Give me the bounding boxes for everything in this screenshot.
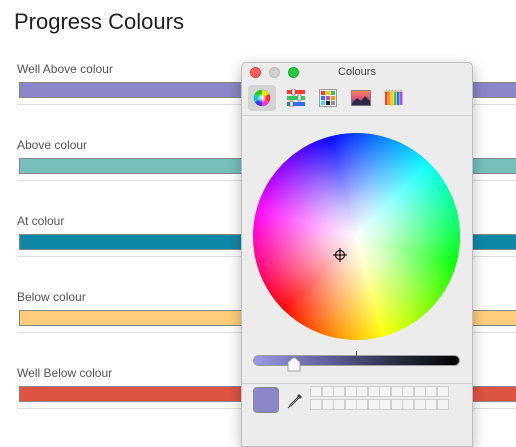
saved-swatch-slot[interactable] xyxy=(310,386,322,397)
saved-swatch-slot[interactable] xyxy=(321,399,334,410)
colour-wheel-icon xyxy=(253,89,271,107)
colours-panel: Colours xyxy=(241,62,473,447)
field-label-above: Above colour xyxy=(17,138,88,152)
image-palettes-tab[interactable] xyxy=(346,85,374,111)
image-palettes-icon xyxy=(351,90,371,106)
saved-swatch-slot[interactable] xyxy=(344,386,357,397)
colour-palettes-tab[interactable] xyxy=(314,85,342,111)
field-label-at: At colour xyxy=(17,214,65,228)
colour-wheel-tab[interactable] xyxy=(248,85,276,111)
pencils-icon xyxy=(384,89,403,105)
titlebar[interactable]: Colours xyxy=(242,63,472,83)
field-label-well-below: Well Below colour xyxy=(17,366,113,380)
field-label-well-above: Well Above colour xyxy=(17,62,113,76)
saved-swatch-slot[interactable] xyxy=(436,399,449,410)
crosshair-icon[interactable] xyxy=(333,248,347,262)
current-colour-swatch[interactable] xyxy=(253,387,279,413)
saved-swatch-slot[interactable] xyxy=(425,399,437,410)
pencils-tab[interactable] xyxy=(379,85,407,111)
bottom-separator xyxy=(242,383,472,384)
eyedropper-icon[interactable] xyxy=(286,392,304,410)
saved-swatch-slot[interactable] xyxy=(367,386,380,397)
panel-title: Colours xyxy=(338,66,376,78)
toolbar xyxy=(242,83,472,116)
saved-swatch-slot[interactable] xyxy=(367,399,380,410)
saved-swatch-slot[interactable] xyxy=(402,399,414,410)
page-title: Progress Colours xyxy=(14,9,184,34)
saved-swatch-slot[interactable] xyxy=(310,399,322,410)
saved-swatch-slot[interactable] xyxy=(321,386,334,397)
colour-palettes-icon xyxy=(319,89,337,107)
saved-swatch-slot[interactable] xyxy=(379,386,391,397)
current-colour-fill xyxy=(254,388,278,412)
saved-swatch-slot[interactable] xyxy=(333,386,345,397)
colour-wheel[interactable] xyxy=(242,90,472,383)
saved-swatch-slot[interactable] xyxy=(356,399,368,410)
saved-swatch-slot[interactable] xyxy=(436,386,449,397)
saved-swatch-slot[interactable] xyxy=(425,386,437,397)
saved-swatch-slot[interactable] xyxy=(333,399,345,410)
saved-swatch-slot[interactable] xyxy=(413,399,426,410)
saved-swatch-slot[interactable] xyxy=(390,399,403,410)
saturation-fade xyxy=(253,133,460,340)
saved-swatch-slot[interactable] xyxy=(356,386,368,397)
colour-sliders-tab[interactable] xyxy=(281,85,309,111)
field-label-below: Below colour xyxy=(17,290,86,304)
saved-swatch-slot[interactable] xyxy=(390,386,403,397)
colour-sliders-icon xyxy=(287,89,305,107)
saved-swatch-slot[interactable] xyxy=(379,399,391,410)
saved-swatch-slot[interactable] xyxy=(402,386,414,397)
brightness-slider-track[interactable] xyxy=(253,355,460,366)
slider-tick xyxy=(356,351,357,356)
saved-swatch-slot[interactable] xyxy=(413,386,426,397)
saved-swatch-slot[interactable] xyxy=(344,399,357,410)
brightness-slider-knob[interactable] xyxy=(287,356,301,372)
